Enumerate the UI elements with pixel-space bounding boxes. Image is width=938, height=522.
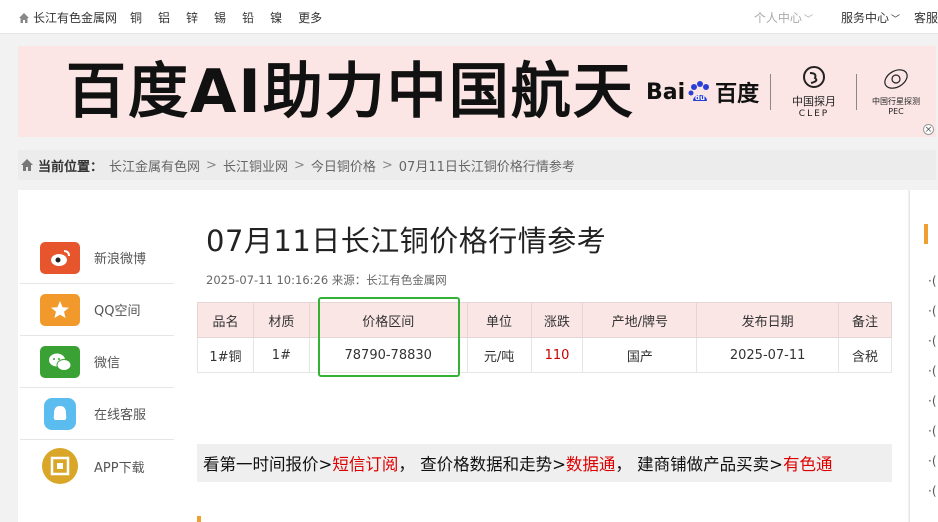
baidu-logo: Bai du 百度 bbox=[646, 79, 760, 108]
top-right-links: 个人中心 ﹀ 服务中心 ﹀ 客服 bbox=[754, 9, 938, 26]
cell-date: 2025-07-11 bbox=[696, 337, 840, 373]
price-table: 品名 材质 价格区间 单位 涨跌 产地/牌号 发布日期 备注 1#铜 1# 78… bbox=[197, 302, 892, 373]
share-qzone[interactable]: QQ空间 bbox=[20, 284, 174, 336]
list-bullet[interactable]: ·( bbox=[928, 484, 937, 498]
pec-logo: 中国行星探测 PEC bbox=[866, 64, 926, 116]
breadcrumb-separator: > bbox=[293, 157, 305, 173]
share-sidebar: 新浪微博 QQ空间 微信 在线客服 APP下载 bbox=[20, 232, 174, 492]
breadcrumb-item[interactable]: 长江铜业网 bbox=[223, 156, 288, 175]
ad-banner[interactable]: 百度AI助力中国航天 Bai du 百度 中国探月 CLEP 中国行星探测 PE… bbox=[18, 46, 936, 137]
sms-subscribe-link[interactable]: 短信订阅 bbox=[332, 451, 398, 475]
site-name: 长江有色金属网 bbox=[33, 11, 118, 25]
clep-moon-icon bbox=[803, 66, 825, 88]
breadcrumb-label: 当前位置： bbox=[38, 159, 104, 175]
divider bbox=[770, 74, 771, 110]
app-logo-icon bbox=[42, 448, 78, 484]
breadcrumb-separator: > bbox=[206, 157, 217, 173]
data-service-link[interactable]: 数据通 bbox=[566, 451, 616, 475]
user-center-link[interactable]: 个人中心 ﹀ bbox=[754, 9, 813, 26]
section-marker bbox=[924, 224, 928, 244]
nav-more[interactable]: 更多 bbox=[298, 9, 322, 26]
breadcrumb-item[interactable]: 长江金属有色网 bbox=[109, 156, 200, 175]
chevron-down-icon: ﹀ bbox=[803, 15, 813, 25]
youse-tong-link[interactable]: 有色通 bbox=[783, 451, 833, 475]
cell-material: 1# bbox=[252, 337, 310, 373]
qzone-star-icon bbox=[40, 293, 80, 326]
list-bullet[interactable]: ·( bbox=[928, 274, 937, 288]
table-header-row: 品名 材质 价格区间 单位 涨跌 产地/牌号 发布日期 备注 bbox=[197, 302, 892, 338]
header-material: 材质 bbox=[252, 302, 310, 338]
nav-nickel[interactable]: 镍 bbox=[270, 9, 282, 26]
clep-logo: 中国探月 CLEP bbox=[782, 64, 846, 119]
share-wechat[interactable]: 微信 bbox=[20, 336, 174, 388]
nav-tin[interactable]: 锡 bbox=[214, 9, 226, 26]
header-note: 备注 bbox=[838, 302, 892, 338]
cell-product: 1#铜 bbox=[197, 337, 254, 373]
metal-nav: 铜 铝 锌 锡 铅 镍 更多 bbox=[130, 9, 338, 26]
right-sidebar: ·( ·( ·( ·( ·( ·( ·( ·( bbox=[909, 190, 938, 522]
cell-change: 110 bbox=[530, 337, 584, 373]
divider bbox=[856, 74, 857, 110]
baidu-du-text: du bbox=[695, 94, 705, 102]
share-app-download[interactable]: APP下载 bbox=[20, 440, 174, 492]
customer-service-link[interactable]: 客服 bbox=[914, 9, 938, 26]
list-bullet[interactable]: ·( bbox=[928, 394, 937, 408]
list-bullet[interactable]: ·( bbox=[928, 424, 937, 438]
list-bullet[interactable]: ·( bbox=[928, 334, 937, 348]
header-price-range: 价格区间 bbox=[308, 302, 468, 338]
baidu-paw-icon: du bbox=[688, 81, 710, 102]
breadcrumb-item[interactable]: 今日铜价格 bbox=[311, 156, 376, 175]
cell-origin: 国产 bbox=[582, 337, 698, 373]
promo-bar: 看第一时间报价> 短信订阅， 查价格数据和走势> 数据通， 建商铺做产品买卖> 有色通 bbox=[197, 444, 892, 482]
share-online-service[interactable]: 在线客服 bbox=[20, 388, 174, 440]
cell-note: 含税 bbox=[838, 337, 892, 373]
breadcrumb-separator: > bbox=[381, 157, 393, 173]
article-title: 07月11日长江铜价格行情参考 bbox=[206, 224, 607, 258]
list-bullet[interactable]: ·( bbox=[928, 304, 937, 318]
top-nav: 长江有色金属网 铜 铝 锌 锡 铅 镍 更多 个人中心 ﹀ 服务中心 ﹀ 客服 bbox=[0, 0, 938, 34]
service-center-link[interactable]: 服务中心 ﹀ bbox=[841, 9, 900, 26]
weibo-icon bbox=[40, 241, 80, 274]
section-marker bbox=[197, 516, 201, 522]
header-unit: 单位 bbox=[466, 302, 532, 338]
breadcrumb-current: 07月11日长江铜价格行情参考 bbox=[398, 159, 575, 175]
home-icon bbox=[21, 159, 33, 171]
list-bullet[interactable]: ·( bbox=[928, 364, 937, 378]
chat-bubble-icon bbox=[44, 397, 76, 430]
chevron-down-icon: ﹀ bbox=[890, 15, 900, 25]
header-product: 品名 bbox=[197, 302, 254, 338]
banner-headline: 百度AI助力中国航天 bbox=[66, 57, 635, 127]
table-row: 1#铜 1# 78790-78830 元/吨 110 国产 2025-07-11… bbox=[197, 337, 892, 373]
nav-copper[interactable]: 铜 bbox=[130, 9, 142, 26]
article-meta: 2025-07-11 10:16:26 来源：长江有色金属网 bbox=[206, 273, 447, 287]
home-link[interactable]: 长江有色金属网 bbox=[18, 9, 117, 26]
pec-orbit-icon bbox=[884, 69, 908, 89]
nav-lead[interactable]: 铅 bbox=[242, 9, 254, 26]
header-origin: 产地/牌号 bbox=[582, 302, 698, 338]
wechat-icon bbox=[40, 345, 80, 378]
nav-aluminum[interactable]: 铝 bbox=[158, 9, 170, 26]
nav-zinc[interactable]: 锌 bbox=[186, 9, 198, 26]
close-icon[interactable]: × bbox=[923, 124, 934, 135]
header-change: 涨跌 bbox=[530, 302, 584, 338]
share-weibo[interactable]: 新浪微博 bbox=[20, 232, 174, 284]
header-date: 发布日期 bbox=[696, 302, 840, 338]
home-icon bbox=[19, 12, 29, 23]
breadcrumb: 当前位置： 长江金属有色网 > 长江铜业网 > 今日铜价格 > 07月11日长江… bbox=[18, 150, 936, 180]
cell-price-range: 78790-78830 bbox=[308, 337, 468, 373]
cell-unit: 元/吨 bbox=[466, 337, 532, 373]
list-bullet[interactable]: ·( bbox=[928, 454, 937, 468]
